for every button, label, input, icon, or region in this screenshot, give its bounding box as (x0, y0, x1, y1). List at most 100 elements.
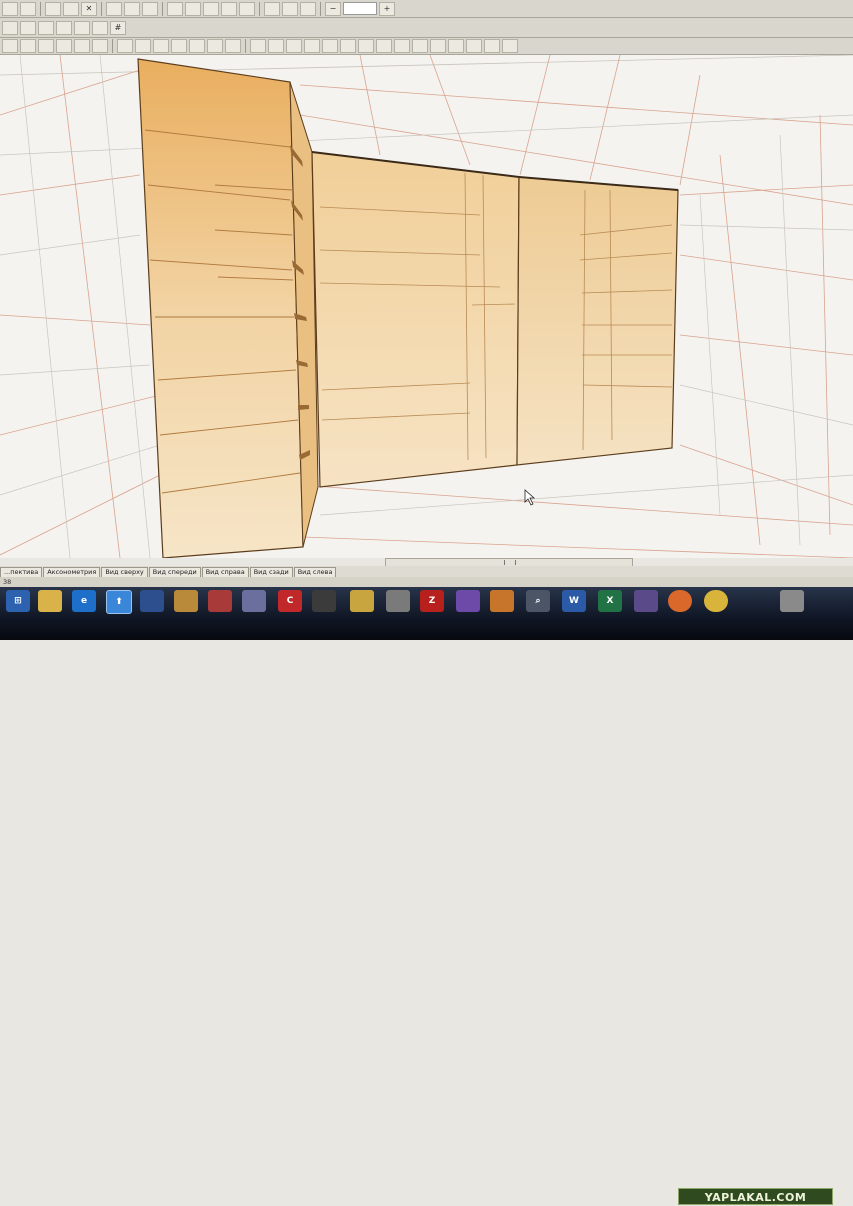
folder-icon[interactable] (38, 590, 62, 612)
toolbar-separator (162, 1, 163, 16)
pen-icon[interactable] (634, 590, 658, 612)
export-icon[interactable] (430, 39, 446, 53)
shield-icon[interactable] (2, 20, 18, 35)
viewer-icon[interactable] (456, 590, 480, 612)
view-tabs: ...пективa Аксонометрия Вид сверху Вид с… (0, 566, 853, 577)
brush-icon[interactable] (502, 39, 518, 53)
layers-icon[interactable] (38, 20, 54, 35)
zoom-out-icon[interactable]: − (325, 1, 341, 16)
app-icon[interactable] (140, 590, 164, 612)
note-icon[interactable] (242, 590, 266, 612)
pointer-icon[interactable] (484, 39, 500, 53)
rod-icon[interactable] (189, 39, 205, 53)
tab-back-view[interactable]: Вид сзади (249, 567, 293, 577)
leg-icon[interactable] (322, 39, 338, 53)
home-icon[interactable] (142, 1, 158, 16)
handle-icon[interactable] (304, 39, 320, 53)
cabinet-icon[interactable] (448, 39, 464, 53)
cabinet-center-section[interactable] (311, 151, 520, 488)
door-icon[interactable] (153, 39, 169, 53)
delete-icon[interactable]: ✕ (81, 1, 97, 16)
3d-viewport[interactable] (0, 55, 853, 558)
zoom-in-icon[interactable]: + (379, 1, 395, 16)
search-icon[interactable]: ⌕ (526, 590, 550, 612)
drawer-icon[interactable] (171, 39, 187, 53)
print-icon[interactable] (2, 1, 18, 16)
box-icon[interactable] (207, 39, 223, 53)
toolbar-separator (101, 1, 102, 16)
wardrobe-icon[interactable] (466, 39, 482, 53)
rotate-icon[interactable] (38, 39, 54, 53)
scale-icon[interactable] (56, 39, 72, 53)
tab-perspective[interactable]: ...пективa (0, 567, 43, 577)
scene-canvas (0, 55, 853, 558)
align-icon[interactable] (92, 39, 108, 53)
hole-icon[interactable] (394, 39, 410, 53)
move-icon[interactable] (20, 39, 36, 53)
settings-icon[interactable] (124, 1, 140, 16)
cut-list-icon[interactable] (412, 39, 428, 53)
select-icon[interactable] (2, 39, 18, 53)
game-icon[interactable] (312, 590, 336, 612)
paint-icon[interactable] (490, 590, 514, 612)
zoom-select[interactable] (343, 2, 377, 15)
cad-icon[interactable]: C (278, 590, 302, 612)
taskbar: ⊞ e ⬆ C Z ⌕ W X YAPLAKAL.COM (0, 587, 853, 1205)
edit-toolbar (0, 38, 853, 55)
cut-icon[interactable] (45, 1, 61, 16)
watermark: YAPLAKAL.COM (678, 1188, 833, 1205)
shelf-icon[interactable] (135, 39, 151, 53)
mirror-icon[interactable] (74, 39, 90, 53)
cube-icon[interactable] (20, 20, 36, 35)
material-icon[interactable] (92, 20, 108, 35)
measure-icon[interactable] (250, 39, 266, 53)
word-icon[interactable]: W (562, 590, 586, 612)
cabinet-right-section[interactable] (516, 176, 679, 466)
dimension-icon[interactable] (268, 39, 284, 53)
firefox-icon[interactable] (668, 590, 692, 612)
snap-icon[interactable] (282, 1, 298, 16)
toolbar-separator (112, 39, 113, 53)
grid-icon[interactable] (239, 1, 255, 16)
tab-left-view[interactable]: Вид слева (293, 567, 337, 577)
calculator-icon[interactable] (203, 1, 219, 16)
tab-axonometry[interactable]: Аксонометрия (43, 567, 101, 577)
table-icon[interactable] (221, 1, 237, 16)
grid-toggle-icon[interactable]: # (110, 20, 126, 35)
column-icon[interactable] (225, 39, 241, 53)
pdf-icon[interactable] (208, 590, 232, 612)
document-icon[interactable] (167, 1, 183, 16)
copy-icon[interactable] (20, 1, 36, 16)
tab-top-view[interactable]: Вид сверху (101, 567, 148, 577)
tray-icon[interactable] (780, 590, 804, 612)
tab-front-view[interactable]: Вид спереди (148, 567, 201, 577)
printer-icon[interactable] (386, 590, 410, 612)
start-icon[interactable]: ⊞ (6, 590, 30, 612)
book-icon[interactable] (185, 1, 201, 16)
render-icon[interactable] (106, 1, 122, 16)
doc-icon[interactable] (350, 590, 374, 612)
profile-icon[interactable] (340, 39, 356, 53)
settings-icon[interactable] (174, 590, 198, 612)
hinge-icon[interactable] (286, 39, 302, 53)
magnet-icon[interactable] (264, 1, 280, 16)
ie-icon[interactable]: e (72, 590, 96, 612)
excel-icon[interactable]: X (598, 590, 622, 612)
media-icon[interactable]: ⬆ (106, 590, 132, 614)
scrollbar-grip[interactable] (504, 560, 516, 565)
cabinet-left-section[interactable] (137, 58, 319, 558)
toolbar-separator (320, 1, 321, 16)
tab-right-view[interactable]: Вид справа (201, 567, 249, 577)
toolbar-separator (259, 1, 260, 16)
status-bar: 38 (0, 577, 853, 587)
panel-icon[interactable] (117, 39, 133, 53)
paste-icon[interactable] (63, 1, 79, 16)
texture-icon[interactable] (376, 39, 392, 53)
palette-icon[interactable] (56, 20, 72, 35)
light-bulb-icon[interactable] (74, 20, 90, 35)
chrome-icon[interactable] (704, 590, 728, 612)
main-toolbar: ✕ − + (0, 0, 853, 18)
filezilla-icon[interactable]: Z (420, 590, 444, 612)
edge-icon[interactable] (358, 39, 374, 53)
target-icon[interactable] (300, 1, 316, 16)
